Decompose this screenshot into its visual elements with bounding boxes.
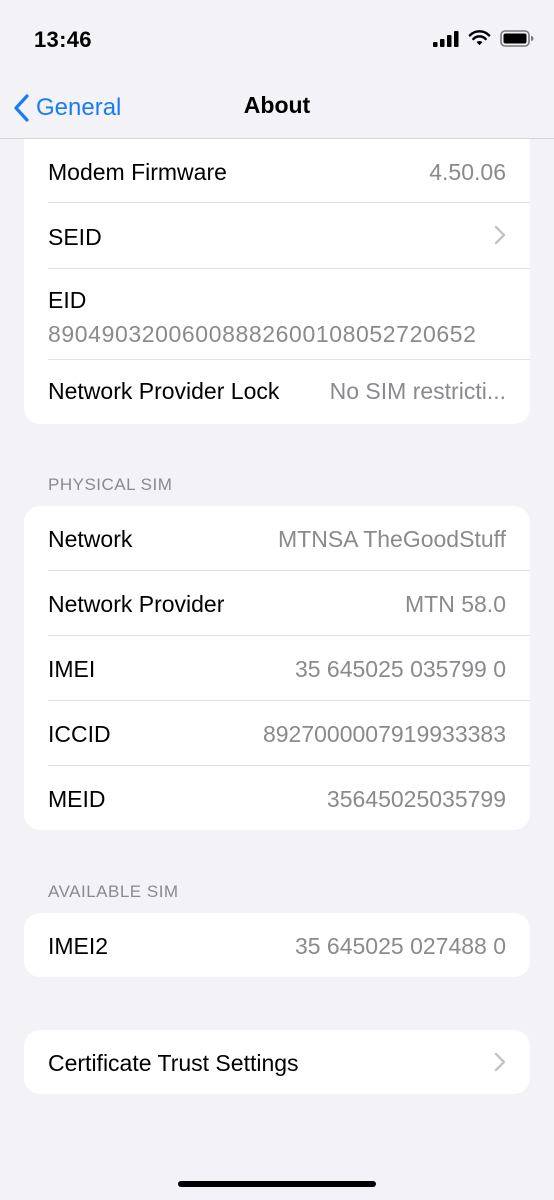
- certificate-trust-group: Certificate Trust Settings: [24, 1030, 530, 1094]
- iccid-label: ICCID: [48, 721, 111, 747]
- certificate-trust-settings-row[interactable]: Certificate Trust Settings: [24, 1030, 530, 1094]
- nav-bar: General About: [0, 80, 554, 139]
- modem-firmware-value: 4.50.06: [429, 159, 506, 185]
- network-provider-lock-value: No SIM restricti...: [329, 378, 506, 404]
- network-row: Network MTNSA TheGoodStuff: [24, 506, 530, 570]
- imei-label: IMEI: [48, 656, 96, 682]
- page-title: About: [243, 92, 311, 118]
- available-sim-group: IMEI2 35 645025 027488 0: [24, 913, 530, 977]
- battery-icon: [500, 30, 534, 47]
- eid-value: 89049032006008882600108052720652: [48, 321, 477, 347]
- imei-row: IMEI 35 645025 035799 0: [24, 636, 530, 700]
- network-value: MTNSA TheGoodStuff: [278, 526, 506, 552]
- settings-list[interactable]: Modem Firmware 4.50.06 SEID EID 89049032…: [0, 139, 554, 1200]
- eid-label: EID: [48, 287, 87, 313]
- imei2-value: 35 645025 027488 0: [294, 933, 506, 959]
- seid-row[interactable]: SEID: [24, 203, 530, 268]
- signal-icon: [433, 30, 459, 47]
- device-info-group: Modem Firmware 4.50.06 SEID EID 89049032…: [24, 139, 530, 424]
- chevron-right-icon: [494, 1052, 506, 1072]
- certificate-trust-settings-label: Certificate Trust Settings: [48, 1050, 299, 1076]
- seid-label: SEID: [48, 224, 102, 250]
- status-time: 13:46: [34, 27, 92, 52]
- imei-value: 35 645025 035799 0: [294, 656, 506, 682]
- wifi-icon: [468, 30, 491, 46]
- meid-value: 35645025035799: [326, 786, 506, 812]
- network-provider-label: Network Provider: [48, 591, 225, 617]
- iccid-value: 8927000007919933383: [262, 721, 506, 747]
- network-provider-lock-label: Network Provider Lock: [48, 378, 280, 404]
- status-bar: 13:46: [0, 0, 554, 80]
- meid-row: MEID 35645025035799: [24, 766, 530, 830]
- eid-row: EID 89049032006008882600108052720652: [24, 269, 530, 359]
- iccid-row: ICCID 8927000007919933383: [24, 701, 530, 765]
- network-label: Network: [48, 526, 133, 552]
- network-provider-value: MTN 58.0: [405, 591, 506, 617]
- modem-firmware-label: Modem Firmware: [48, 159, 227, 185]
- network-provider-lock-row: Network Provider Lock No SIM restricti..…: [24, 360, 530, 424]
- imei2-label: IMEI2: [48, 933, 109, 959]
- physical-sim-header: PHYSICAL SIM: [48, 475, 173, 494]
- meid-label: MEID: [48, 786, 106, 812]
- status-icons: [433, 30, 534, 47]
- physical-sim-group: Network MTNSA TheGoodStuff Network Provi…: [24, 506, 530, 830]
- chevron-right-icon: [494, 225, 506, 245]
- modem-firmware-row: Modem Firmware 4.50.06: [24, 139, 530, 202]
- network-provider-row: Network Provider MTN 58.0: [24, 571, 530, 635]
- imei2-row: IMEI2 35 645025 027488 0: [24, 913, 530, 977]
- home-indicator[interactable]: [178, 1181, 376, 1187]
- available-sim-header: AVAILABLE SIM: [48, 882, 179, 901]
